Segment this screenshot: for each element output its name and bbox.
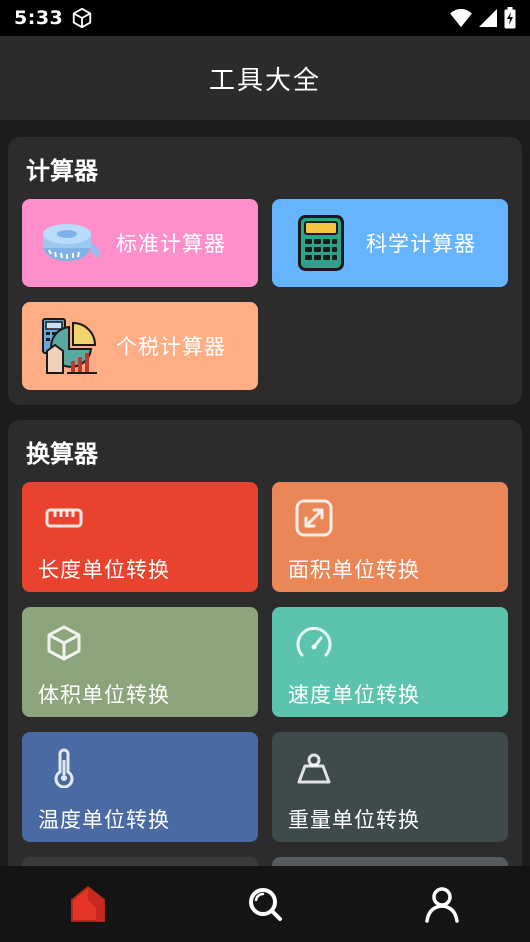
page-title: 工具大全 [208, 65, 321, 96]
standard-calculator-tile[interactable]: 标准计算器 [22, 199, 258, 287]
thermometer-icon [54, 748, 74, 788]
tile-label: 速度单位转换 [288, 683, 420, 707]
converter-tile-partial[interactable] [22, 857, 258, 866]
length-converter-tile[interactable]: 长度单位转换 [22, 482, 258, 592]
tape-measure-icon [36, 213, 106, 273]
speed-converter-tile[interactable]: 速度单位转换 [272, 607, 508, 717]
home-icon [71, 886, 106, 922]
tax-calculator-tile[interactable]: 个税计算器 [22, 302, 258, 390]
tile-label: 长度单位转换 [38, 558, 170, 582]
app-header: 工具大全 [0, 36, 530, 120]
speedometer-icon [296, 626, 332, 657]
status-bar: 5:33 [0, 0, 530, 36]
weight-icon [297, 753, 331, 784]
nav-search[interactable] [215, 874, 315, 934]
wifi-icon [450, 8, 472, 28]
search-icon [248, 888, 282, 921]
section-title: 换算器 [26, 440, 98, 468]
cube-icon [47, 625, 81, 661]
scientific-calculator-tile[interactable]: 科学计算器 [272, 199, 508, 287]
area-converter-tile[interactable]: 面积单位转换 [272, 482, 508, 592]
battery-icon [504, 7, 516, 29]
converter-section: 换算器 长度单位转换 面积单位转换 体积单位转换 速度单位转换 温度单位转换 重… [8, 420, 522, 866]
tile-label: 标准计算器 [116, 232, 226, 256]
main-content[interactable]: 计算器 标准计算器 科学计算器 个税计算器 换算器 长度单位转换 面积单位转换 … [0, 120, 530, 866]
tile-label: 科学计算器 [366, 232, 476, 256]
weight-converter-tile[interactable]: 重量单位转换 [272, 732, 508, 842]
status-time: 5:33 [14, 7, 64, 29]
section-title: 计算器 [26, 157, 98, 185]
volume-converter-tile[interactable]: 体积单位转换 [22, 607, 258, 717]
tile-label: 重量单位转换 [288, 808, 420, 832]
ruler-icon [45, 508, 83, 528]
tile-label: 温度单位转换 [38, 808, 170, 832]
tile-label: 个税计算器 [116, 335, 226, 359]
profile-icon [424, 887, 459, 923]
tile-label: 面积单位转换 [288, 558, 420, 582]
nav-home[interactable] [38, 874, 138, 934]
bottom-nav [0, 866, 530, 942]
tile-label: 体积单位转换 [38, 683, 170, 707]
resize-icon [295, 499, 333, 537]
tax-chart-icon [36, 316, 106, 376]
temperature-converter-tile[interactable]: 温度单位转换 [22, 732, 258, 842]
nav-profile[interactable] [392, 874, 492, 934]
calculator-section: 计算器 标准计算器 科学计算器 个税计算器 [8, 137, 522, 405]
converter-tile-partial[interactable] [272, 857, 508, 866]
cube-status-icon [73, 7, 92, 29]
signal-icon [479, 9, 497, 27]
calculator-icon [286, 213, 356, 273]
